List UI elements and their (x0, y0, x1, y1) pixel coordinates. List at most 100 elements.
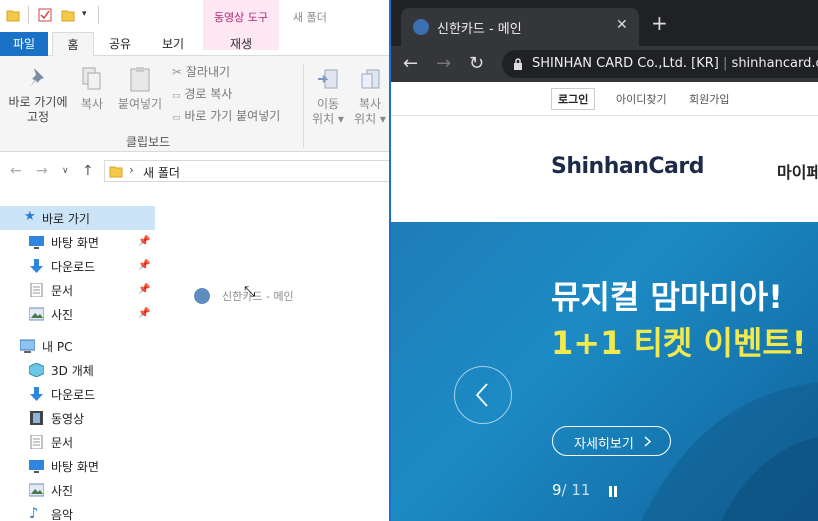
close-tab-icon[interactable]: ✕ (616, 17, 628, 33)
computer-icon (20, 339, 35, 353)
nav-label: 사진 (51, 308, 74, 322)
forward-arrow-icon[interactable]: → (36, 163, 48, 179)
pin-quick-access-button[interactable]: 바로 가기에 고정 (2, 66, 74, 125)
breadcrumb-path[interactable]: 새 폴더 (143, 164, 180, 181)
ribbon-tabs: 파일 홈 공유 보기 재생 (0, 32, 390, 57)
web-page: 로그인 아이디찾기 회원가입 ShinhanCard 마이페 뮤지컬 맘마미아!… (391, 82, 818, 521)
copy-to-label-2: 위치 ▾ (354, 112, 386, 126)
cut-button[interactable]: ✂ 잘라내기 (172, 63, 230, 80)
login-link[interactable]: 로그인 (551, 88, 596, 110)
cut-label: 잘라내기 (185, 65, 231, 79)
slide-total: / 11 (561, 481, 591, 499)
copy-path-button[interactable]: ▭ 경로 복사 (172, 85, 232, 102)
up-arrow-icon[interactable]: ↑ (82, 163, 94, 179)
pictures-icon (29, 307, 44, 321)
pin-icon[interactable]: 📌 (138, 284, 150, 295)
nav-item-videos[interactable]: 동영상 (0, 406, 155, 430)
paste-button[interactable]: 붙여넣기 (114, 66, 166, 112)
copy-button[interactable]: 복사 (76, 66, 108, 112)
lock-icon (514, 58, 522, 70)
nav-label: 바탕 화면 (51, 460, 99, 474)
browser-toolbar: ← → ↻ SHINHAN CARD Co.,Ltd. [KR] | shinh… (391, 46, 818, 82)
nav-item-desktop[interactable]: 바탕 화면 📌 (0, 230, 155, 254)
drag-ghost-label: 신한카드 - 메인 (222, 290, 294, 303)
chevron-left-icon (475, 383, 488, 407)
nav-label: 3D 개체 (51, 364, 94, 378)
nav-label: 바로 가기 (42, 212, 90, 226)
pin-icon[interactable]: 📌 (138, 260, 150, 271)
shinhan-favicon-icon (413, 19, 429, 35)
nav-item-pictures[interactable]: 사진 📌 (0, 302, 155, 326)
forward-arrow-icon[interactable]: → (436, 53, 451, 74)
nav-item-music[interactable]: ♪ 음악 (0, 502, 155, 521)
browser-window: 신한카드 - 메인 ✕ + ← → ↻ SHINHAN CARD Co.,Ltd… (389, 0, 818, 521)
copy-label: 복사 (80, 97, 104, 111)
slide-current: 9 (552, 481, 562, 499)
banner-subheadline: 1+1 티켓 이벤트! (551, 324, 807, 362)
url-bar[interactable]: SHINHAN CARD Co.,Ltd. [KR] | shinhancard… (502, 50, 818, 78)
move-cursor-icon: ⤡ (244, 284, 256, 300)
new-folder-icon[interactable] (61, 8, 75, 22)
new-tab-plus-icon[interactable]: + (651, 13, 668, 33)
cube-icon (29, 363, 44, 377)
nav-item-documents-pc[interactable]: 문서 (0, 430, 155, 454)
nav-label: 바탕 화면 (51, 236, 99, 250)
nav-item-downloads-pc[interactable]: 다운로드 (0, 382, 155, 406)
back-arrow-icon[interactable]: ← (403, 53, 418, 74)
url-text: SHINHAN CARD Co.,Ltd. [KR] | shinhancard… (532, 56, 818, 71)
pin-icon[interactable]: 📌 (138, 308, 150, 319)
properties-checkbox-icon[interactable] (38, 8, 52, 22)
my-page-menu[interactable]: 마이페 (777, 159, 818, 183)
ribbon-divider (303, 64, 304, 148)
nav-label: 음악 (51, 508, 74, 521)
customize-qat-dropdown-icon[interactable]: ▾ (82, 9, 87, 19)
chevron-right-icon (644, 436, 651, 447)
nav-item-this-pc[interactable]: 내 PC (0, 334, 155, 358)
nav-label: 내 PC (42, 340, 73, 354)
nav-item-pictures-pc[interactable]: 사진 (0, 478, 155, 502)
folder-icon[interactable] (6, 8, 20, 22)
tab-home[interactable]: 홈 (52, 32, 94, 57)
tab-file[interactable]: 파일 (0, 32, 48, 56)
copy-icon (82, 67, 101, 90)
browser-tab[interactable]: 신한카드 - 메인 ✕ (401, 8, 639, 46)
paste-shortcut-button[interactable]: ▭ 바로 가기 붙여넣기 (172, 107, 280, 124)
contextual-tab-header: 동영상 도구 (213, 11, 269, 24)
nav-item-downloads[interactable]: 다운로드 📌 (0, 254, 155, 278)
url-domain: shinhancard.c (731, 56, 818, 71)
ribbon-home: 바로 가기에 고정 복사 붙여넣기 ✂ 잘라내기 ▭ 경로 복사 ▭ 바로 가기… (0, 56, 390, 152)
url-org: SHINHAN CARD Co.,Ltd. [KR] (532, 56, 719, 71)
tab-play[interactable]: 재생 (203, 32, 279, 56)
shinhancard-logo[interactable]: ShinhanCard (551, 154, 704, 179)
pin-quick-access-label-1: 바로 가기에 (8, 95, 68, 109)
back-arrow-icon[interactable]: ← (10, 163, 22, 179)
nav-item-quick-access[interactable]: ★ 바로 가기 (0, 206, 155, 230)
nav-label: 사진 (51, 484, 74, 498)
reload-icon[interactable]: ↻ (469, 53, 484, 74)
nav-label: 다운로드 (51, 260, 96, 274)
join-link[interactable]: 회원가입 (689, 91, 729, 107)
address-bar[interactable]: › 새 폴더 (104, 160, 390, 182)
copy-path-icon: ▭ (172, 91, 181, 101)
browser-tab-title: 신한카드 - 메인 (437, 22, 522, 37)
pin-icon[interactable]: 📌 (138, 236, 150, 247)
pause-icon[interactable] (608, 486, 618, 497)
move-to-label-2: 위치 ▾ (312, 112, 344, 126)
nav-item-desktop-pc[interactable]: 바탕 화면 (0, 454, 155, 478)
recent-locations-icon[interactable]: ∨ (62, 166, 69, 176)
tab-share[interactable]: 공유 (102, 32, 138, 56)
nav-item-documents[interactable]: 문서 📌 (0, 278, 155, 302)
move-to-button[interactable]: 이동 위치 ▾ (308, 66, 348, 127)
paste-shortcut-icon: ▭ (172, 113, 181, 123)
nav-label: 문서 (51, 284, 74, 298)
copy-to-button[interactable]: 복사 위치 ▾ (350, 66, 390, 127)
paste-icon (130, 67, 150, 92)
nav-item-3d-objects[interactable]: 3D 개체 (0, 358, 155, 382)
window-title: 새 폴더 (293, 11, 327, 24)
find-id-link[interactable]: 아이디찾기 (616, 91, 667, 107)
site-favicon-icon (194, 288, 210, 304)
prev-slide-button[interactable] (454, 366, 512, 424)
tab-view[interactable]: 보기 (154, 32, 192, 56)
document-icon (30, 435, 43, 449)
view-details-button[interactable]: 자세히보기 (552, 426, 671, 456)
